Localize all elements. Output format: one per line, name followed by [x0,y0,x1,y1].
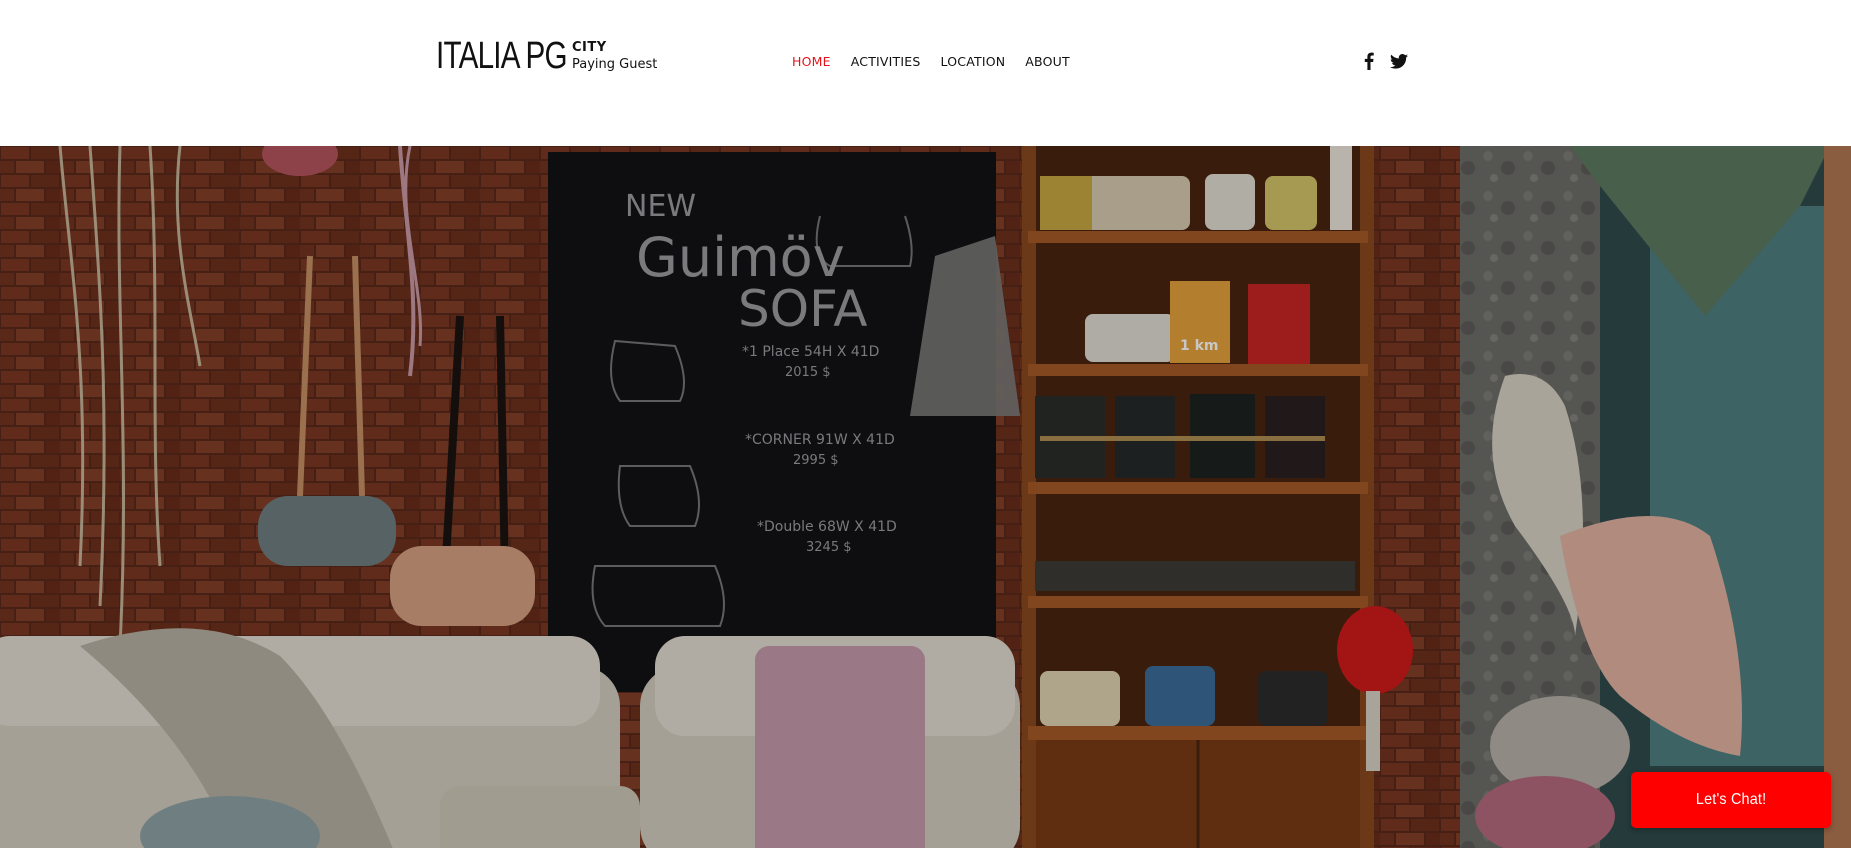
social-links [1359,51,1409,71]
nav-activities[interactable]: ACTIVITIES [851,53,921,71]
chalk-item2-price: 2995 $ [793,453,839,468]
facebook-icon[interactable] [1359,51,1379,71]
chalk-sofa: SOFA [738,280,867,338]
chalk-new: NEW [625,189,696,224]
book-label: 1 km [1180,338,1219,354]
twitter-icon[interactable] [1389,51,1409,71]
nav-about[interactable]: ABOUT [1025,53,1070,71]
nav-location[interactable]: LOCATION [941,53,1006,71]
logo-city: CITY [572,40,607,55]
store-interior-illustration: NEW Guimöv SOFA *1 Place 54H X 41D 2015 … [0,146,1840,848]
chalk-item3: *Double 68W X 41D [757,519,897,535]
page: ITALIA PG CITY Paying Guest HOME ACTIVIT… [0,0,1851,848]
logo-subtitle: CITY Paying Guest [572,39,657,73]
wooden-bookshelf: 1 km [1022,146,1374,848]
site-logo[interactable]: ITALIA PG CITY Paying Guest [436,34,657,78]
logo-tagline: Paying Guest [572,57,658,72]
rolled-blanket-pink [390,546,535,626]
site-header: ITALIA PG CITY Paying Guest HOME ACTIVIT… [0,0,1851,146]
hero-image: NEW Guimöv SOFA *1 Place 54H X 41D 2015 … [0,146,1851,848]
pink-throw [755,646,925,848]
chalk-item3-price: 3245 $ [806,540,852,555]
chalk-item1-price: 2015 $ [785,365,831,380]
rolled-blanket-grey [258,496,396,566]
chalk-item2: *CORNER 91W X 41D [745,432,895,448]
chat-label: Let's Chat! [1695,791,1767,808]
sofa-left [0,628,640,848]
logo-title: ITALIA PG [436,35,568,77]
chalk-item1: *1 Place 54H X 41D [742,344,879,360]
sofa-right [640,636,1020,848]
hero-edge-strip [1824,146,1851,848]
nav-home[interactable]: HOME [792,53,831,71]
lets-chat-button[interactable]: Let's Chat! [1631,772,1831,828]
main-nav: HOME ACTIVITIES LOCATION ABOUT [792,53,1070,71]
